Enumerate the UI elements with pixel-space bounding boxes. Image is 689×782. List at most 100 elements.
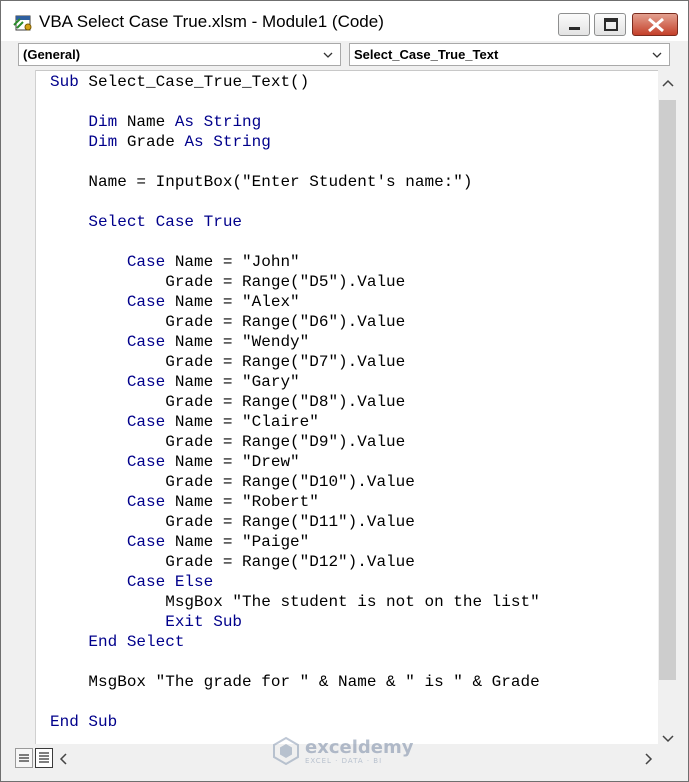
code-keyword: String (203, 113, 262, 131)
object-dropdown-value: (General) (23, 47, 81, 62)
code-token: Name = "Wendy" (165, 333, 310, 351)
code-line[interactable]: Grade = Range("D12").Value (50, 552, 540, 572)
code-keyword: Case (126, 493, 166, 511)
code-line[interactable]: Case Name = "Alex" (50, 292, 540, 312)
code-keyword: End Select (88, 633, 185, 651)
code-token: Name = "Paige" (165, 533, 310, 551)
code-line[interactable]: Case Name = "Wendy" (50, 332, 540, 352)
code-line[interactable] (50, 692, 540, 712)
code-keyword: As (184, 133, 204, 151)
code-line[interactable] (50, 192, 540, 212)
code-token: Grade = Range("D5").Value (50, 273, 406, 291)
code-keyword: Case (126, 293, 166, 311)
code-keyword: Select Case True (88, 213, 243, 231)
code-keyword: Case (126, 413, 166, 431)
code-window: VBA Select Case True.xlsm - Module1 (Cod… (0, 0, 689, 782)
scroll-right-icon[interactable] (643, 753, 653, 765)
code-line[interactable]: Case Name = "Gary" (50, 372, 540, 392)
code-keyword: Case (126, 373, 166, 391)
code-token: Name (117, 113, 175, 131)
minimize-icon (569, 27, 580, 30)
code-line[interactable]: Select Case True (50, 212, 540, 232)
maximize-icon (604, 18, 618, 31)
code-line[interactable]: Sub Select_Case_True_Text() (50, 72, 540, 92)
code-keyword: Exit Sub (165, 613, 243, 631)
code-text[interactable]: Sub Select_Case_True_Text() Dim Name As … (50, 72, 540, 732)
code-token: MsgBox "The grade for " & Name & " is " … (50, 673, 540, 691)
watermark: exceldemy EXCEL · DATA · BI (271, 735, 431, 769)
code-line[interactable]: Dim Grade As String (50, 132, 540, 152)
code-line[interactable]: Case Else (50, 572, 540, 592)
code-line[interactable]: Dim Name As String (50, 112, 540, 132)
close-button[interactable] (632, 13, 678, 36)
procedure-dropdown[interactable]: Select_Case_True_Text (349, 43, 670, 66)
code-token: Grade = Range("D11").Value (50, 513, 415, 531)
code-line[interactable]: Grade = Range("D9").Value (50, 432, 540, 452)
code-line[interactable]: Grade = Range("D6").Value (50, 312, 540, 332)
code-line[interactable]: Grade = Range("D11").Value (50, 512, 540, 532)
vertical-scroll-thumb[interactable] (659, 100, 676, 680)
title-bar[interactable]: VBA Select Case True.xlsm - Module1 (Cod… (1, 1, 688, 41)
exceldemy-logo-icon (273, 736, 299, 766)
code-token: Name = "Claire" (165, 413, 319, 431)
object-dropdown[interactable]: (General) (18, 43, 341, 66)
code-token: Name = InputBox("Enter Student's name:") (50, 173, 473, 191)
code-keyword: Case (126, 533, 166, 551)
code-token: Name = "Drew" (165, 453, 300, 471)
code-token: Name = "Alex" (165, 293, 300, 311)
watermark-tagline: EXCEL · DATA · BI (305, 757, 383, 765)
code-line[interactable]: MsgBox "The student is not on the list" (50, 592, 539, 612)
code-line[interactable] (50, 652, 540, 672)
code-keyword: Case (126, 333, 166, 351)
minimize-button[interactable] (558, 13, 590, 36)
full-module-view-icon (39, 752, 49, 763)
procedure-view-icon (19, 754, 29, 762)
code-line[interactable] (50, 152, 540, 172)
indicator-margin[interactable] (13, 70, 36, 744)
maximize-button[interactable] (594, 13, 626, 36)
code-line[interactable]: Grade = Range("D10").Value (50, 472, 540, 492)
code-line[interactable]: Exit Sub (50, 612, 540, 632)
code-token: Grade (117, 133, 185, 151)
code-keyword: Dim (88, 113, 118, 131)
scroll-left-icon[interactable] (59, 753, 69, 765)
close-icon (648, 17, 664, 33)
code-line[interactable]: End Sub (50, 712, 540, 732)
full-module-view-button[interactable] (35, 748, 53, 768)
code-keyword: Dim (88, 133, 118, 151)
window-title: VBA Select Case True.xlsm - Module1 (Cod… (39, 12, 384, 31)
procedure-view-button[interactable] (15, 748, 33, 768)
code-line[interactable]: Case Name = "Paige" (50, 532, 540, 552)
code-line[interactable]: Grade = Range("D8").Value (50, 392, 540, 412)
code-token: Grade = Range("D10").Value (50, 473, 415, 491)
code-line[interactable]: End Select (50, 632, 540, 652)
vertical-scrollbar[interactable] (658, 70, 678, 744)
code-line[interactable]: Case Name = "Claire" (50, 412, 540, 432)
scroll-down-icon[interactable] (661, 734, 675, 744)
code-line[interactable]: Grade = Range("D7").Value (50, 352, 540, 372)
code-line[interactable]: Case Name = "John" (50, 252, 540, 272)
code-line[interactable] (50, 92, 540, 112)
vba-module-icon (13, 13, 33, 31)
code-keyword: As (174, 113, 195, 131)
code-line[interactable]: Case Name = "Robert" (50, 492, 540, 512)
code-line[interactable]: Grade = Range("D5").Value (50, 272, 540, 292)
code-line[interactable] (50, 232, 540, 252)
code-keyword: Case (126, 453, 166, 471)
scroll-up-icon[interactable] (661, 78, 675, 88)
code-line[interactable]: Case Name = "Drew" (50, 452, 540, 472)
code-line[interactable]: MsgBox "The grade for " & Name & " is " … (50, 672, 540, 692)
code-line[interactable]: Name = InputBox("Enter Student's name:") (50, 172, 540, 192)
code-token: Grade = Range("D9").Value (50, 433, 406, 451)
